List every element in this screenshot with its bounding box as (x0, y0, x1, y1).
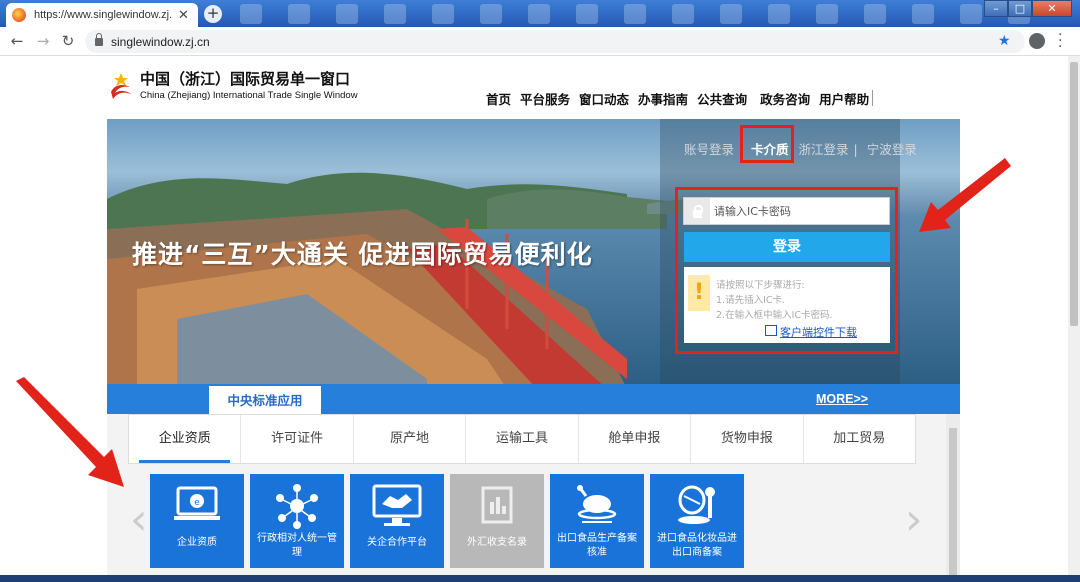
nav-gov-consult[interactable]: 政务咨询 (760, 89, 810, 108)
banner-slogan: 推进“三互”大通关 促进国际贸易便利化 (132, 240, 593, 269)
background-icons (240, 4, 1030, 24)
nav-window-news[interactable]: 窗口动态 (579, 89, 629, 108)
reload-icon[interactable]: ↻ (59, 32, 77, 50)
nav-public-query[interactable]: 公共查询 (697, 89, 747, 108)
banner-port-image (107, 209, 627, 384)
menu-kebab-icon[interactable]: · · · (1058, 28, 1066, 54)
url-input[interactable]: singlewindow.zj.cn (85, 30, 1025, 53)
site-favicon-icon (12, 8, 26, 22)
bookmark-star-icon[interactable]: ★ (998, 33, 1011, 49)
monitor-icon: e (174, 486, 220, 520)
app-tiles: e 企业资质 行政相对人统一管理 关企合作平台 外汇收支名录 出口食品生产备案核… (150, 474, 744, 568)
tile-forex-list[interactable]: 外汇收支名录 (450, 474, 544, 568)
nav-user-help[interactable]: 用户帮助 (819, 89, 869, 108)
category-tabs: 企业资质 许可证件 原产地 运输工具 舱单申报 货物申报 加工贸易 (128, 414, 916, 464)
apps-scrollbar[interactable] (946, 414, 960, 582)
category-transport[interactable]: 运输工具 (466, 415, 579, 463)
category-licenses[interactable]: 许可证件 (241, 415, 354, 463)
tab-zhejiang-login[interactable]: 浙江登录 (799, 142, 849, 157)
maximize-button[interactable]: □ (1008, 0, 1032, 17)
forward-arrow-icon[interactable]: → (34, 32, 52, 50)
nav-home[interactable]: 首页 (486, 89, 511, 108)
window-controls: – □ ✕ (984, 0, 1072, 17)
window-close-button[interactable]: ✕ (1032, 0, 1072, 17)
lock-icon (95, 32, 103, 46)
main-nav: 首页 平台服务 窗口动态 办事指南 公共查询 政务咨询 用户帮助 (486, 89, 882, 108)
tile-import-food-cosmetics[interactable]: 进口食品化妆品进出口商备案 (650, 474, 744, 568)
page-scrollbar[interactable] (1068, 56, 1080, 582)
tab-title: https://www.singlewindow.zj.c (34, 9, 172, 21)
annotation-box-login (675, 187, 898, 354)
category-origin[interactable]: 原产地 (354, 415, 467, 463)
address-bar: ← → ↻ singlewindow.zj.cn ★ · · · (0, 27, 1080, 56)
browser-tab-bar: https://www.singlewindow.zj.c ✕ + – □ ✕ (0, 0, 1080, 27)
site-title-cn: 中国（浙江）国际贸易单一窗口 (140, 70, 351, 88)
more-link[interactable]: MORE>> (816, 392, 868, 406)
close-tab-icon[interactable]: ✕ (178, 8, 189, 23)
category-manifest[interactable]: 舱单申报 (579, 415, 692, 463)
people-network-icon (276, 484, 318, 529)
tile-export-food-filing[interactable]: 出口食品生产备案核准 (550, 474, 644, 568)
login-tab-divider: | (853, 142, 858, 157)
back-arrow-icon[interactable]: ← (8, 32, 26, 50)
nav-platform-services[interactable]: 平台服务 (520, 89, 570, 108)
tab-account-login[interactable]: 账号登录 (684, 142, 734, 157)
minimize-button[interactable]: – (984, 0, 1008, 17)
category-processing-trade[interactable]: 加工贸易 (804, 415, 915, 463)
tile-label: 出口食品生产备案核准 (557, 533, 637, 558)
tile-enterprise-qualification[interactable]: e 企业资质 (150, 474, 244, 568)
roast-chicken-icon (577, 485, 617, 523)
tab-central-standard-apps[interactable]: 中央标准应用 (209, 386, 321, 414)
tile-label: 进口食品化妆品进出口商备案 (657, 533, 737, 558)
cosmetics-icon (678, 485, 715, 524)
url-text: singlewindow.zj.cn (111, 34, 210, 49)
tile-label: 关企合作平台 (367, 537, 427, 548)
svg-text:e: e (194, 498, 200, 508)
tile-customs-cooperation[interactable]: 关企合作平台 (350, 474, 444, 568)
site-title-en: China (Zhejiang) International Trade Sin… (140, 90, 358, 101)
document-icon (481, 486, 513, 524)
web-page: 中国（浙江）国际贸易单一窗口 China (Zhejiang) Internat… (0, 56, 1080, 582)
carousel-next-icon[interactable]: › (905, 494, 923, 545)
category-enterprise-qualification[interactable]: 企业资质 (129, 415, 242, 463)
handshake-icon (372, 484, 422, 526)
os-taskbar (0, 575, 1080, 582)
new-tab-button[interactable]: + (204, 5, 222, 23)
nav-guide[interactable]: 办事指南 (638, 89, 688, 108)
account-icon[interactable] (1029, 33, 1045, 49)
category-goods-declaration[interactable]: 货物申报 (691, 415, 804, 463)
browser-tab[interactable]: https://www.singlewindow.zj.c ✕ (6, 3, 198, 27)
login-tabs: 账号登录 卡介质 浙江登录 | 宁波登录 (684, 139, 922, 158)
carousel-prev-icon[interactable]: ‹ (130, 494, 148, 545)
tile-label: 行政相对人统一管理 (257, 533, 337, 558)
nav-divider (872, 90, 874, 106)
tile-label: 外汇收支名录 (467, 537, 527, 548)
tile-admin-counterpart[interactable]: 行政相对人统一管理 (250, 474, 344, 568)
annotation-box-card-tab (740, 125, 794, 163)
tab-ningbo-login[interactable]: 宁波登录 (867, 142, 917, 157)
site-logo-icon (111, 73, 131, 99)
tile-label: 企业资质 (177, 537, 217, 548)
